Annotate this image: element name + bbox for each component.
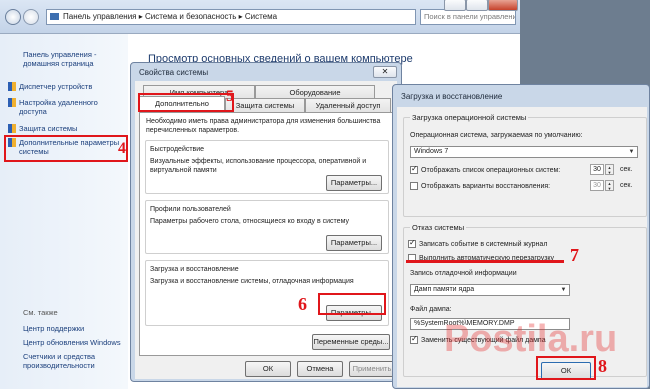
- breadcrumb-item[interactable]: Система: [245, 12, 277, 21]
- sidebar: Панель управления - домашняя страница Ди…: [0, 34, 128, 389]
- close-button[interactable]: [488, 0, 518, 11]
- debug-type-select[interactable]: Дамп памяти ядра ▼: [410, 284, 570, 296]
- failure-group-title: Отказ системы: [410, 223, 467, 232]
- highlight-auto-restart-underline: [406, 260, 564, 263]
- cancel-button[interactable]: Отмена: [297, 361, 343, 377]
- sidebar-home-link[interactable]: Панель управления - домашняя страница: [23, 50, 123, 68]
- chevron-down-icon: ▼: [560, 287, 567, 293]
- show-os-list-checkbox[interactable]: Отображать список операционных систем:: [410, 164, 560, 174]
- seconds-label: сек.: [620, 182, 633, 189]
- shield-icon: [8, 98, 16, 107]
- search-input[interactable]: Поиск в панели управления: [420, 9, 516, 25]
- dialog-title: Загрузка и восстановление: [401, 92, 503, 101]
- address-bar[interactable]: Панель управления ▸ Система и безопаснос…: [46, 9, 416, 25]
- see-also-title: См. также: [23, 308, 58, 317]
- performance-text: Визуальные эффекты, использование процес…: [150, 158, 367, 174]
- seconds-label: сек.: [620, 166, 633, 173]
- checkbox-icon: [410, 182, 418, 190]
- chevron-down-icon: ▼: [628, 149, 635, 155]
- spin-arrows-icon[interactable]: ▲ ▼: [605, 164, 614, 175]
- close-button[interactable]: ✕: [373, 66, 397, 78]
- sidebar-item-protection[interactable]: Защита системы: [8, 124, 126, 133]
- performance-settings-button[interactable]: Параметры...: [326, 175, 382, 191]
- dump-file-label: Файл дампа:: [410, 306, 452, 313]
- debug-info-label: Запись отладочной информации: [410, 270, 517, 277]
- dialog-title: Свойства системы: [139, 68, 209, 77]
- boot-group: Загрузка операционной системы Операционн…: [403, 113, 647, 217]
- shield-icon: [8, 82, 16, 91]
- highlight-advanced-settings: [4, 135, 128, 162]
- default-os-label: Операционная система, загружаемая по умо…: [410, 132, 583, 139]
- step-number: 6: [298, 294, 307, 314]
- tab-remote[interactable]: Удаленный доступ: [305, 98, 391, 112]
- ok-button[interactable]: ОК: [245, 361, 291, 377]
- tab-hardware[interactable]: Оборудование: [255, 85, 375, 99]
- highlight-advanced-tab: [138, 93, 234, 112]
- performance-group: Быстродействие Визуальные эффекты, испол…: [145, 140, 389, 194]
- back-button[interactable]: [5, 9, 21, 25]
- sidebar-item-device-manager[interactable]: Диспетчер устройств: [8, 82, 126, 91]
- minimize-button[interactable]: [444, 0, 466, 11]
- sidebar-item-remote[interactable]: Настройка удаленного доступа: [8, 98, 123, 116]
- see-also-performance[interactable]: Счетчики и средства производительности: [23, 352, 123, 370]
- environment-variables-button[interactable]: Переменные среды...: [312, 334, 390, 350]
- tab-system-protection[interactable]: Защита системы: [225, 98, 305, 112]
- startup-text: Загрузка и восстановление системы, отлад…: [150, 278, 354, 285]
- profiles-title: Профили пользователей: [150, 206, 231, 213]
- startup-title: Загрузка и восстановление: [150, 266, 239, 273]
- forward-button[interactable]: [23, 9, 39, 25]
- checkbox-checked-icon: [410, 334, 418, 344]
- show-recovery-seconds[interactable]: 30: [590, 180, 604, 191]
- see-also-update[interactable]: Центр обновления Windows: [23, 338, 121, 347]
- show-recovery-checkbox[interactable]: Отображать варианты восстановления:: [410, 182, 550, 190]
- checkbox-checked-icon: [408, 238, 416, 248]
- breadcrumb-item[interactable]: Система и безопасность: [145, 12, 236, 21]
- step-number: 4: [118, 140, 126, 157]
- admin-note: Необходимо иметь права администратора дл…: [146, 118, 381, 134]
- folder-icon: [50, 13, 59, 20]
- checkbox-checked-icon: [410, 164, 418, 174]
- profiles-group: Профили пользователей Параметры рабочего…: [145, 200, 389, 254]
- shield-icon: [8, 124, 16, 133]
- search-placeholder: Поиск в панели управления: [424, 12, 516, 21]
- boot-group-title: Загрузка операционной системы: [410, 113, 529, 122]
- maximize-button[interactable]: [466, 0, 488, 11]
- show-os-list-seconds[interactable]: 30: [590, 164, 604, 175]
- profiles-text: Параметры рабочего стола, относящиеся ко…: [150, 218, 349, 225]
- default-os-select[interactable]: Windows 7 ▼: [410, 146, 638, 158]
- see-also-support[interactable]: Центр поддержки: [23, 324, 84, 333]
- step-number: 7: [570, 245, 579, 265]
- profiles-settings-button[interactable]: Параметры...: [326, 235, 382, 251]
- watermark: Postila.ru: [444, 318, 618, 360]
- highlight-startup-settings: [318, 293, 386, 315]
- apply-button[interactable]: Применить: [349, 361, 395, 377]
- step-number: 5: [226, 88, 234, 105]
- performance-title: Быстродействие: [150, 146, 205, 153]
- write-log-checkbox[interactable]: Записать событие в системный журнал: [408, 238, 547, 248]
- dialog-body: Имя компьютера Оборудование Дополнительн…: [135, 81, 397, 379]
- tab-panel: Необходимо иметь права администратора дл…: [139, 112, 393, 356]
- breadcrumb-item[interactable]: Панель управления: [63, 12, 137, 21]
- control-panel-toolbar: Панель управления ▸ Система и безопаснос…: [0, 0, 520, 34]
- spin-arrows-icon[interactable]: ▲ ▼: [605, 180, 614, 191]
